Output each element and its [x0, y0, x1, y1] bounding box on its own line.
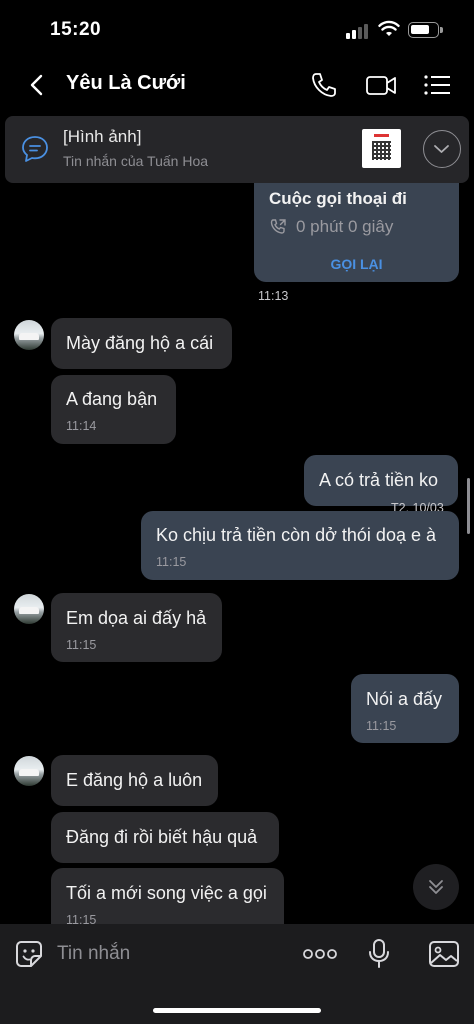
message-text: A có trả tiền ko	[319, 470, 439, 490]
avatar[interactable]	[14, 320, 44, 350]
message-bubble[interactable]: Em dọa ai đấy hả 11:15	[51, 593, 222, 662]
message-time: 11:15	[66, 638, 97, 652]
message-time: 11:15	[366, 719, 397, 733]
chevron-down-icon	[434, 145, 449, 153]
status-bar: 15:20	[0, 0, 474, 62]
message-text: Mày đăng hộ a cái	[66, 333, 214, 353]
message-bubble[interactable]: Đăng đi rồi biết hậu quả	[51, 812, 279, 863]
message-text: Ko chịu trả tiền còn dở thói doạ e à	[156, 525, 436, 545]
message-time: 11:15	[156, 555, 187, 569]
conversation-title[interactable]: Yêu Là Cưới	[66, 72, 186, 95]
wifi-icon	[378, 20, 400, 36]
phone-icon[interactable]	[307, 68, 341, 102]
avatar[interactable]	[14, 594, 44, 624]
video-call-icon[interactable]	[364, 68, 398, 102]
scroll-to-bottom-button[interactable]	[413, 864, 459, 910]
more-dots-icon[interactable]	[302, 944, 338, 964]
message-input-bar: Tin nhắn	[0, 924, 474, 1024]
message-text: Tối a mới song việc a gọi	[66, 883, 267, 903]
message-bubble[interactable]: Mày đăng hộ a cái	[51, 318, 232, 369]
pinned-title: [Hình ảnh]	[63, 127, 142, 146]
sticker-icon[interactable]	[14, 939, 44, 969]
chat-bubble-icon	[22, 136, 48, 162]
chat-header: Yêu Là Cưới	[0, 62, 474, 108]
message-text: Em dọa ai đấy hả	[66, 608, 207, 628]
call-time: 11:13	[258, 289, 289, 303]
message-time: 11:14	[66, 419, 97, 433]
microphone-icon[interactable]	[367, 938, 391, 970]
scrollbar-thumb[interactable]	[467, 478, 470, 534]
message-text: E đăng hộ a luôn	[66, 770, 203, 790]
call-title: Cuộc gọi thoại đi	[269, 189, 407, 208]
back-arrow-icon[interactable]	[22, 70, 52, 100]
call-back-button[interactable]: GỌI LẠI	[254, 256, 459, 272]
menu-list-icon[interactable]	[420, 68, 454, 102]
message-bubble[interactable]: Ko chịu trả tiền còn dở thói doạ e à 11:…	[141, 511, 459, 580]
outgoing-call-icon	[270, 219, 286, 234]
outgoing-call-card: Cuộc gọi thoại đi 0 phút 0 giây GỌI LẠI	[254, 170, 459, 282]
message-text: Nói a đấy	[366, 689, 443, 709]
battery-icon	[408, 22, 443, 38]
pinned-subtitle: Tin nhắn của Tuấn Hoa	[63, 153, 209, 169]
message-bubble[interactable]: A đang bận 11:14	[51, 375, 176, 444]
message-input[interactable]: Tin nhắn	[57, 943, 130, 965]
message-bubble[interactable]: Nói a đấy 11:15	[351, 674, 459, 743]
message-bubble[interactable]: E đăng hộ a luôn	[51, 755, 218, 806]
cellular-signal-icon	[346, 23, 372, 39]
double-chevron-down-icon	[429, 880, 443, 894]
pinned-image-thumbnail[interactable]	[362, 129, 401, 168]
call-duration: 0 phút 0 giây	[296, 217, 394, 236]
avatar[interactable]	[14, 756, 44, 786]
collapse-button[interactable]	[423, 130, 461, 168]
status-time: 15:20	[50, 19, 102, 40]
pinned-message-banner[interactable]: [Hình ảnh] Tin nhắn của Tuấn Hoa	[5, 116, 469, 183]
message-text: A đang bận	[66, 389, 158, 409]
image-icon[interactable]	[428, 940, 460, 968]
message-text: Đăng đi rồi biết hậu quả	[66, 827, 258, 847]
home-indicator	[153, 1008, 321, 1013]
message-bubble[interactable]: A có trả tiền ko	[304, 455, 458, 506]
